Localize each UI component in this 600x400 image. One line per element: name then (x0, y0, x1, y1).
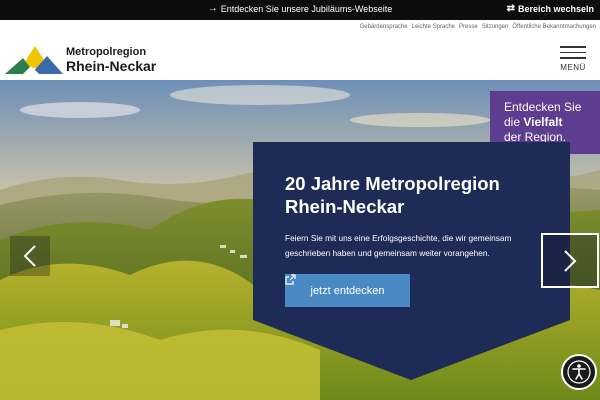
logo-mark-icon[interactable] (5, 44, 63, 74)
hero-text: Feiern Sie mit uns eine Erfolgsgeschicht… (285, 233, 512, 258)
accessibility-icon (567, 360, 591, 384)
menu-button[interactable]: MENÜ (558, 46, 588, 72)
chevron-right-icon (564, 249, 577, 272)
utility-nav: Gebärdensprache Leichte Sprache Presse S… (360, 24, 596, 30)
util-link-sessions[interactable]: Sitzungen (482, 24, 509, 30)
util-link-easy-language[interactable]: Leichte Sprache (412, 24, 455, 30)
hero-title: 20 Jahre Metropolregion Rhein-Neckar (285, 173, 500, 217)
menu-label: MENÜ (560, 62, 586, 72)
brand-line-2: Rhein-Neckar (66, 58, 157, 74)
slider-next-button[interactable] (541, 233, 599, 288)
right-arrow-icon: → (207, 3, 218, 14)
switch-area-label: Bereich wechseln (517, 4, 594, 14)
top-bar: → Entdecken Sie unsere Jubiläums-Webseit… (0, 0, 600, 20)
teaser-line-1: Entdecken Sie (504, 100, 582, 114)
hero-slider: Entdecken Sie die Vielfalt der Region. 2… (0, 80, 600, 400)
teaser-line-2: die Vielfalt (504, 115, 563, 129)
chevron-left-icon (23, 245, 36, 267)
brand-name[interactable]: Metropolregion Rhein-Neckar (66, 46, 156, 74)
accessibility-button[interactable] (561, 354, 597, 390)
slider-prev-button[interactable] (10, 236, 50, 276)
jubilee-link-label: Entdecken Sie unsere Jubiläums-Webseite (220, 4, 393, 14)
external-link-icon (285, 274, 296, 285)
site-header: Metropolregion Rhein-Neckar MENÜ (0, 34, 600, 80)
util-link-sign-language[interactable]: Gebärdensprache (360, 24, 408, 30)
discover-button[interactable]: jetzt entdecken (285, 274, 410, 307)
util-link-announcements[interactable]: Öffentliche Bekanntmachungen (512, 24, 596, 30)
switch-arrows-icon: ⇄ (506, 3, 515, 14)
switch-area-link[interactable]: ⇄ Bereich wechseln (506, 3, 594, 15)
hamburger-icon (558, 46, 588, 59)
hero-text-panel: 20 Jahre Metropolregion Rhein-Neckar Fei… (253, 142, 570, 380)
discover-button-label: jetzt entdecken (310, 284, 385, 297)
util-link-press[interactable]: Presse (459, 24, 478, 30)
